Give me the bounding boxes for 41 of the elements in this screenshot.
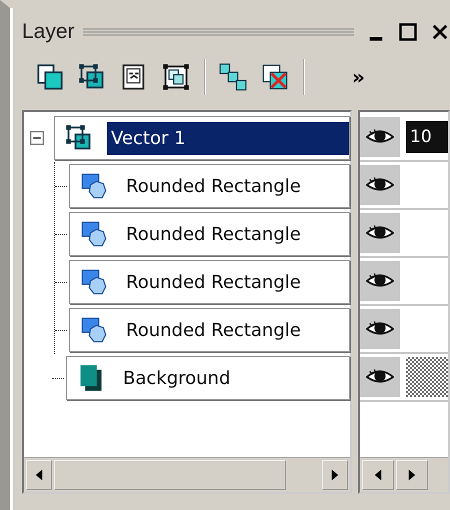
merge-icon[interactable] [219,63,247,91]
layer-item[interactable]: Background [66,356,350,400]
layer-item[interactable]: Rounded Rectangle [69,212,350,256]
layer-item[interactable]: Rounded Rectangle [69,164,350,208]
scroll-right-button[interactable] [396,460,428,490]
visibility-toggle[interactable] [360,117,400,157]
more-button[interactable]: » [352,65,365,89]
panel-title: Layer [22,20,75,44]
new-layer-icon[interactable] [36,63,64,91]
visibility-toggle[interactable] [360,261,400,301]
visibility-toggle[interactable] [360,357,400,397]
collapse-icon[interactable] [30,131,44,145]
close-icon[interactable] [430,22,450,42]
vector-layer-icon[interactable] [78,63,106,91]
visibility-toggle[interactable] [360,165,400,205]
opacity-value: 10 [406,121,448,153]
scrollbar-thumb[interactable] [54,460,286,490]
layer-item[interactable]: Vector 1 [54,116,350,160]
scroll-left-button[interactable] [362,460,394,490]
vector-layer-icon [65,124,93,152]
group-icon[interactable] [162,63,190,91]
layer-name: Rounded Rectangle [125,318,302,342]
scroll-left-button[interactable] [26,460,52,490]
delete-layer-icon[interactable] [261,63,289,91]
shape-layer-icon [80,316,108,344]
layer-name: Rounded Rectangle [125,270,302,294]
layer-name: Background [122,366,232,390]
shape-layer-icon [80,220,108,248]
shape-layer-icon [80,172,108,200]
layer-name: Rounded Rectangle [125,222,302,246]
scroll-right-button[interactable] [322,460,348,490]
layer-item[interactable]: Rounded Rectangle [69,308,350,352]
shape-layer-icon [80,268,108,296]
layer-thumbnail [406,357,448,397]
layer-name: Vector 1 [107,122,349,154]
layer-name: Rounded Rectangle [125,174,302,198]
maximize-icon[interactable] [398,22,418,42]
visibility-toggle[interactable] [360,309,400,349]
visibility-toggle[interactable] [360,213,400,253]
layer-item[interactable]: Rounded Rectangle [69,260,350,304]
grip-icon[interactable] [82,27,354,37]
